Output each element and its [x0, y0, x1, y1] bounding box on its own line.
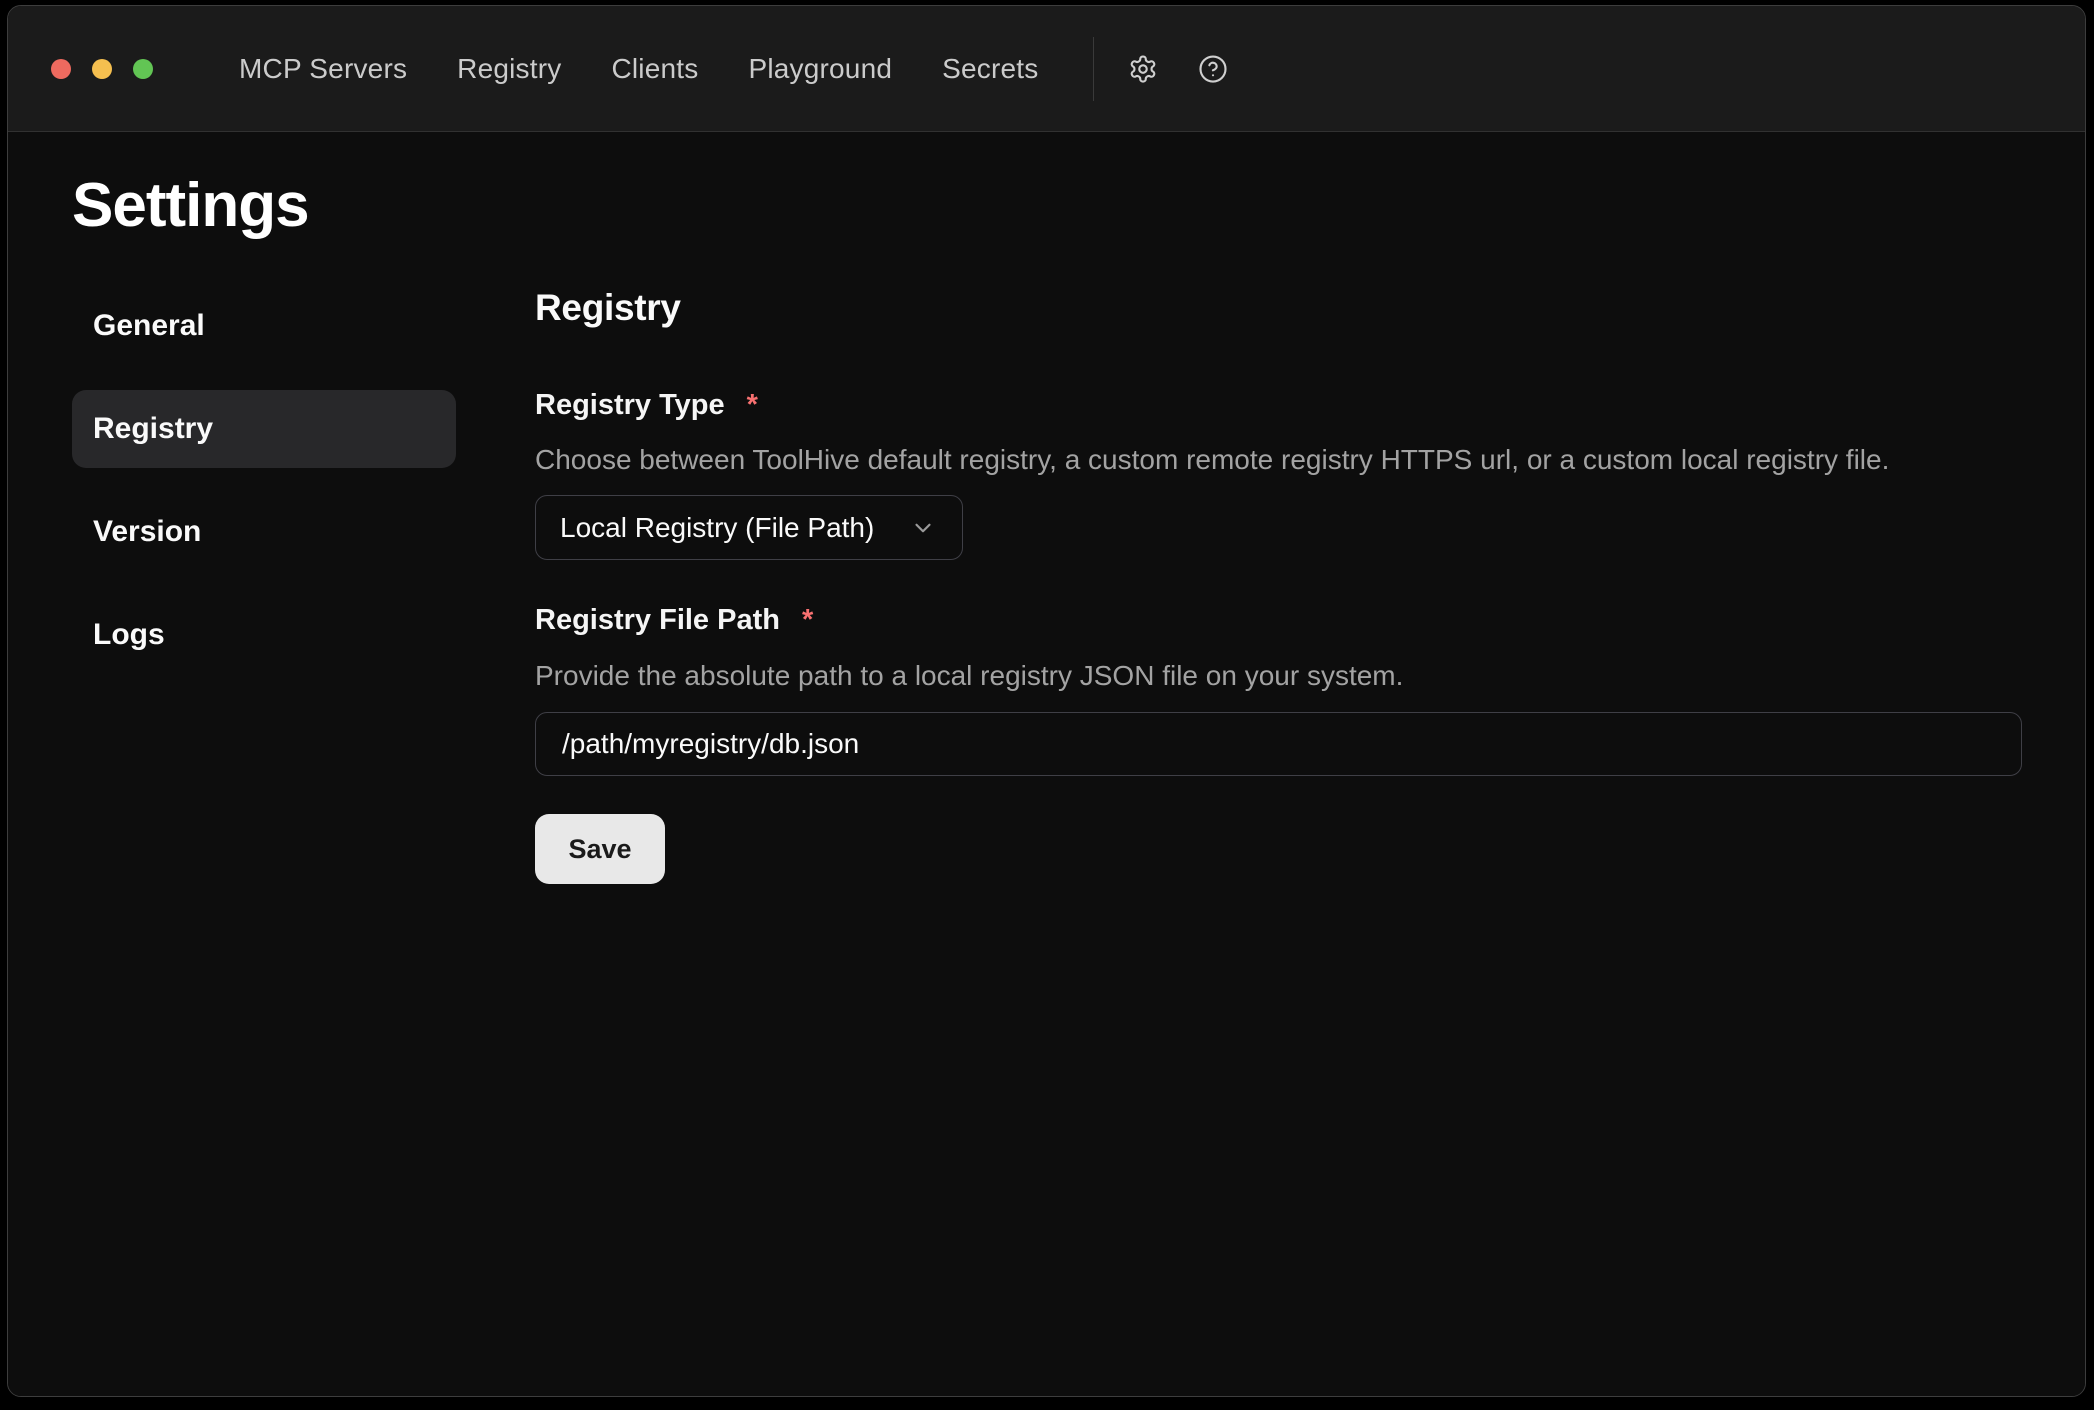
titlebar: MCP Servers Registry Clients Playground …	[8, 6, 2085, 132]
sidebar-item-registry[interactable]: Registry	[72, 390, 456, 468]
nav-item-clients[interactable]: Clients	[611, 53, 698, 85]
registry-file-path-label: Registry File Path	[535, 604, 780, 636]
page-title: Settings	[72, 170, 2085, 241]
minimize-window-button[interactable]	[92, 59, 112, 79]
nav-item-secrets[interactable]: Secrets	[942, 53, 1038, 85]
chevron-down-icon	[910, 515, 936, 541]
registry-type-description: Choose between ToolHive default registry…	[535, 442, 2022, 478]
section-heading: Registry	[535, 287, 2022, 330]
required-asterisk: *	[747, 389, 758, 421]
save-button[interactable]: Save	[535, 814, 665, 884]
registry-type-label: Registry Type	[535, 389, 725, 421]
registry-type-select[interactable]: Local Registry (File Path)	[535, 495, 963, 560]
app-window: MCP Servers Registry Clients Playground …	[7, 5, 2086, 1397]
nav-item-playground[interactable]: Playground	[748, 53, 892, 85]
required-asterisk: *	[802, 604, 813, 636]
sidebar-item-logs[interactable]: Logs	[72, 596, 456, 674]
registry-settings-panel: Registry Registry Type * Choose between T…	[535, 287, 2022, 884]
close-window-button[interactable]	[51, 59, 71, 79]
settings-page: Settings General Registry Version Logs R…	[8, 132, 2085, 1396]
traffic-lights	[8, 59, 153, 79]
settings-gear-icon[interactable]	[1128, 54, 1158, 84]
help-circle-icon[interactable]	[1198, 54, 1228, 84]
settings-sidebar: General Registry Version Logs	[72, 287, 456, 884]
sidebar-item-version[interactable]: Version	[72, 493, 456, 571]
nav-item-registry[interactable]: Registry	[457, 53, 561, 85]
nav-item-mcp-servers[interactable]: MCP Servers	[239, 53, 407, 85]
registry-file-path-input[interactable]	[535, 712, 2022, 776]
titlebar-divider	[1093, 37, 1094, 101]
sidebar-item-general[interactable]: General	[72, 287, 456, 365]
zoom-window-button[interactable]	[133, 59, 153, 79]
registry-type-selected-value: Local Registry (File Path)	[560, 512, 874, 544]
registry-file-path-description: Provide the absolute path to a local reg…	[535, 658, 2022, 694]
field-registry-file-path: Registry File Path * Provide the absolute…	[535, 602, 2022, 776]
field-registry-type: Registry Type * Choose between ToolHive d…	[535, 387, 2022, 561]
top-nav: MCP Servers Registry Clients Playground …	[239, 53, 1038, 85]
